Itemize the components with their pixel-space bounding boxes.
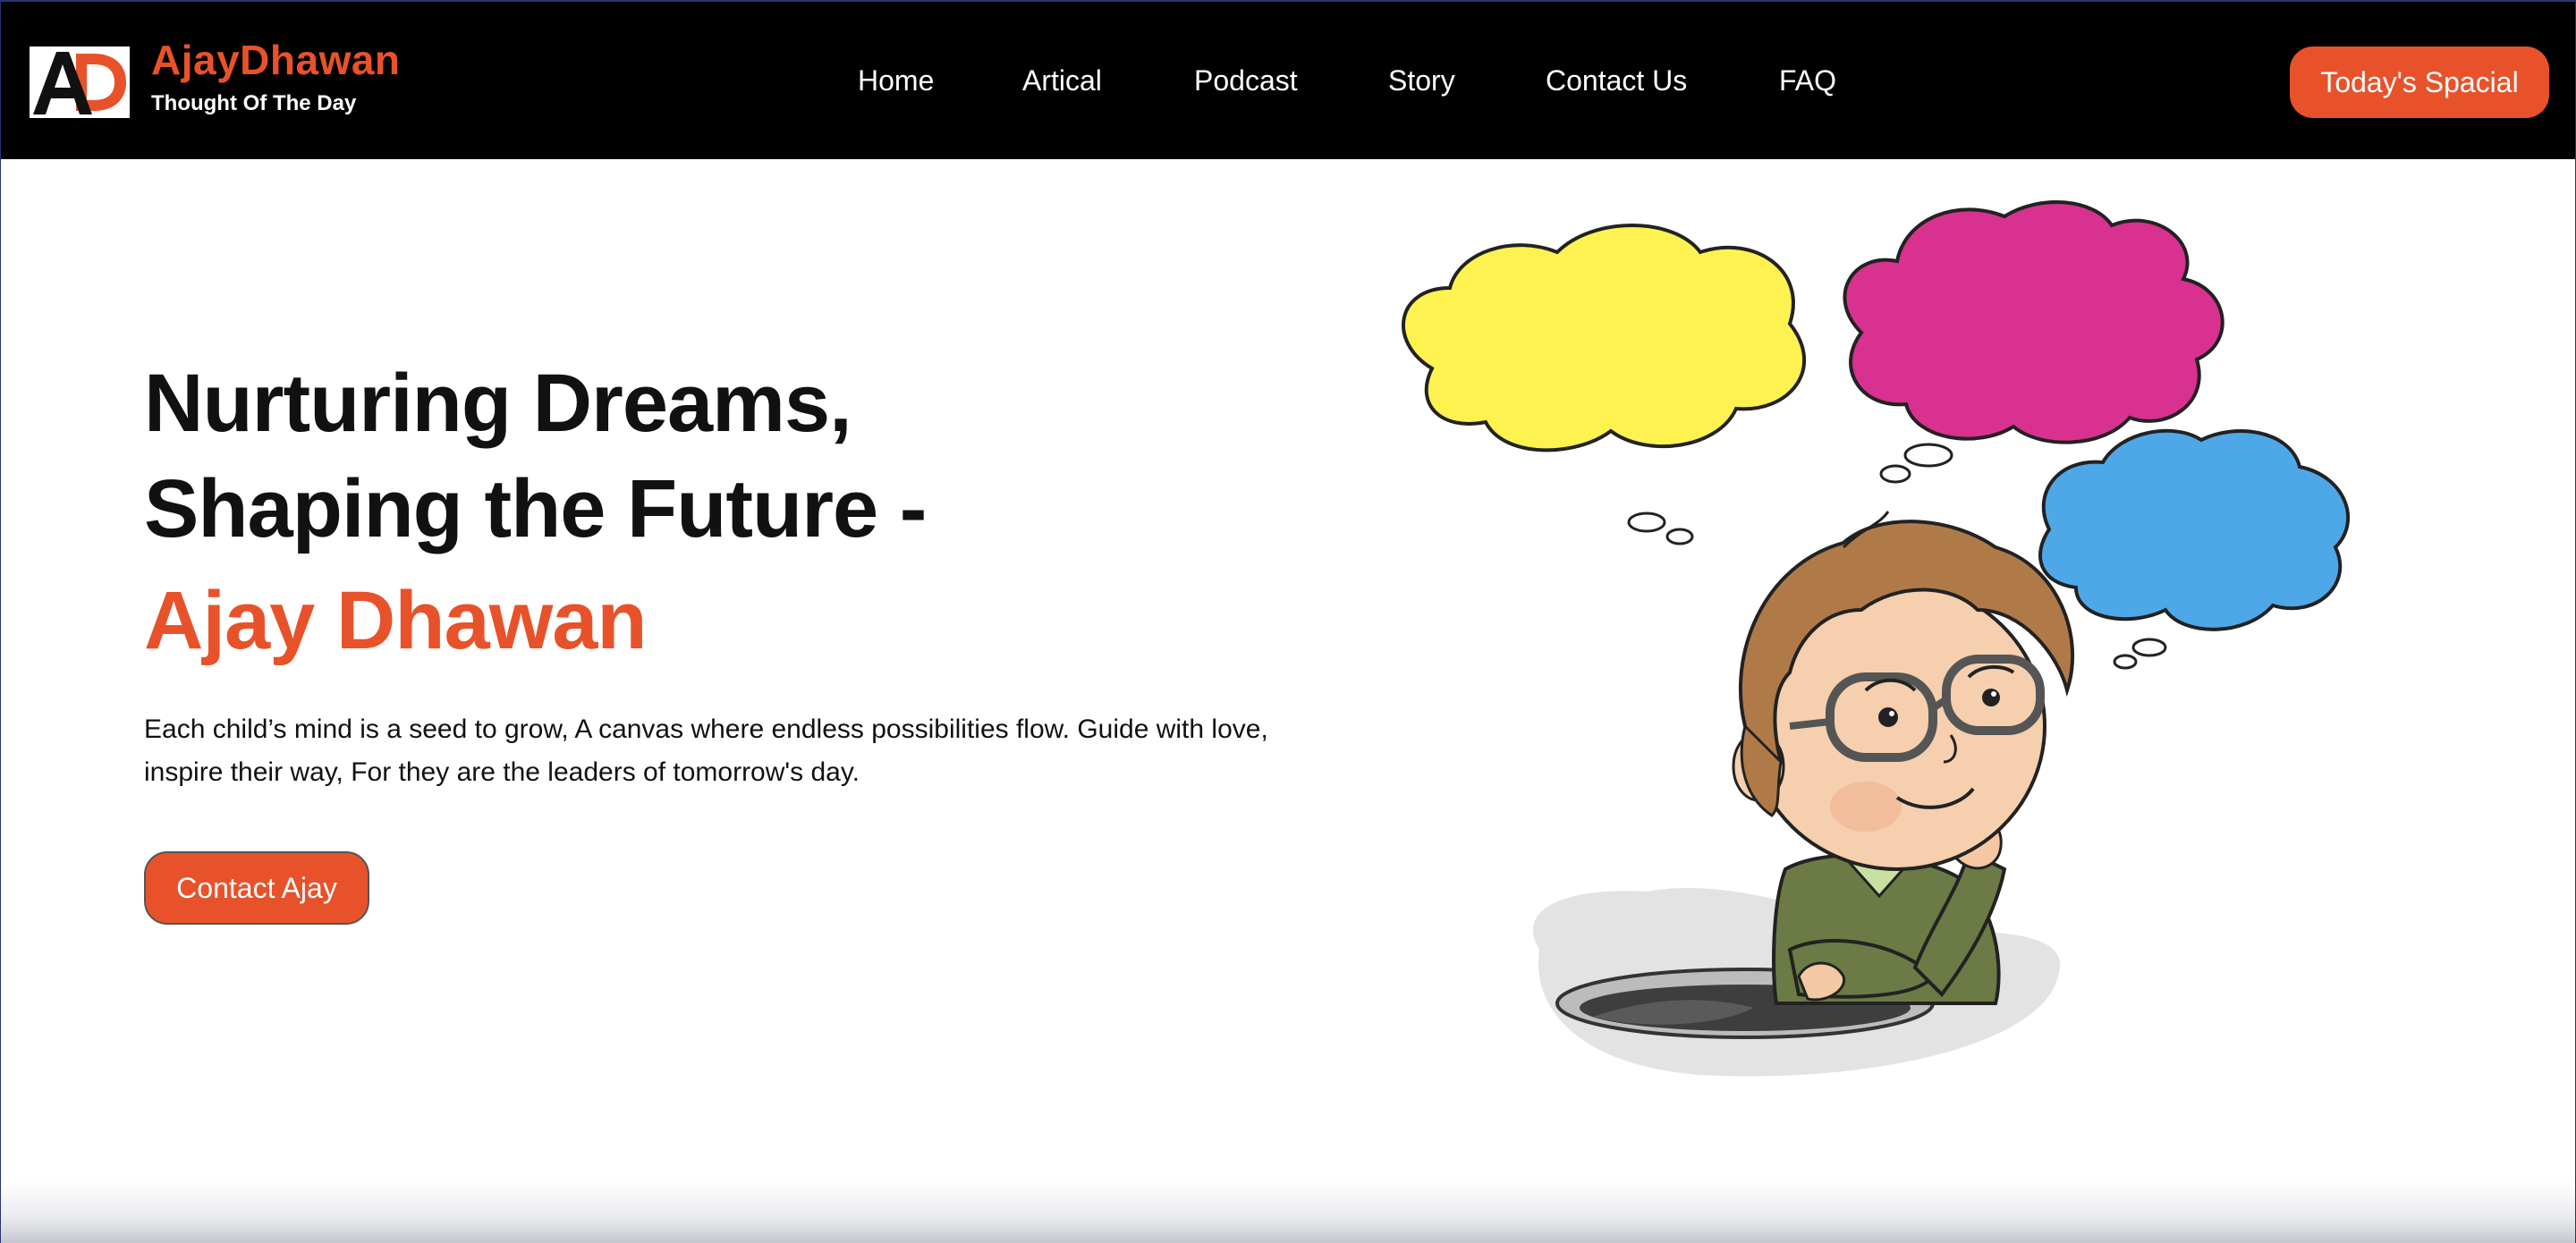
nav-story[interactable]: Story [1388, 64, 1455, 97]
blue-thought-bubble [2038, 428, 2351, 670]
hero-description: Each child’s mind is a seed to grow, A c… [144, 715, 1268, 787]
boy-figure [1732, 511, 2075, 1005]
nav-faq[interactable]: FAQ [1779, 64, 1836, 97]
todays-special-button[interactable]: Today's Spacial [2290, 47, 2549, 118]
nav-home[interactable]: Home [858, 64, 934, 97]
bottom-shadow [1, 1180, 2575, 1243]
hero-title: Nurturing Dreams, Shaping the Future - [144, 351, 927, 562]
hero-name: Ajay Dhawan [144, 575, 648, 666]
hero-title-line-1: Nurturing Dreams, [144, 358, 852, 449]
hero-title-line-2: Shaping the Future - [144, 463, 927, 554]
thinking-boy-illustration [1401, 200, 2351, 1077]
ad-logo-icon [30, 47, 130, 118]
nav-artical[interactable]: Artical [1022, 64, 1102, 97]
page: AjayDhawan Thought Of The Day Home Artic… [0, 0, 2576, 1243]
contact-ajay-button[interactable]: Contact Ajay [144, 851, 369, 925]
brand-name[interactable]: AjayDhawan [151, 36, 401, 84]
navbar: AjayDhawan Thought Of The Day Home Artic… [1, 2, 2575, 159]
nav-podcast[interactable]: Podcast [1194, 64, 1298, 97]
brand-logo[interactable] [30, 47, 130, 118]
yellow-thought-bubble [1401, 224, 1807, 545]
nav-contact-us[interactable]: Contact Us [1546, 64, 1687, 97]
hero-illustration [1378, 190, 2425, 1093]
brand-tagline: Thought Of The Day [151, 91, 357, 115]
